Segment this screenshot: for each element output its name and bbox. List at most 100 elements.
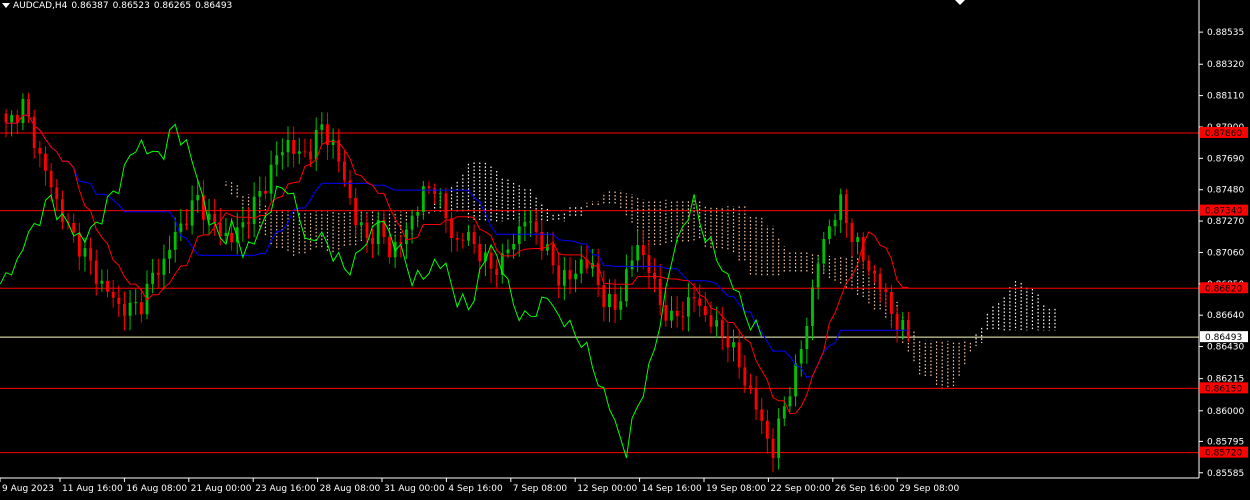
candle-body: [478, 244, 482, 262]
candle-body: [619, 301, 623, 310]
y-tick-label: 0.88535: [1207, 28, 1244, 38]
candle-body: [123, 303, 126, 316]
candle-body: [320, 124, 324, 130]
candle-body: [811, 287, 814, 326]
candle-body: [100, 280, 104, 284]
y-tick-label: 0.86000: [1207, 407, 1244, 417]
candle-body: [472, 232, 476, 245]
candle-body: [754, 387, 758, 410]
candle-body: [726, 336, 730, 348]
candle-body: [670, 310, 673, 321]
candle-body: [292, 139, 296, 154]
candle-body: [658, 278, 662, 306]
candle-body: [365, 222, 369, 238]
x-tick-label: 16 Aug 08:00: [126, 484, 187, 494]
candle-body: [687, 297, 690, 317]
candle-body: [314, 129, 318, 160]
candle-body: [371, 237, 374, 245]
chart-background: [0, 0, 1250, 500]
collapse-triangle-icon[interactable]: [2, 3, 10, 8]
candle-body: [749, 385, 752, 388]
close-price: 0.86493: [195, 1, 233, 11]
candle-body: [602, 284, 606, 308]
candle-body: [495, 268, 499, 276]
candle-body: [805, 325, 809, 350]
candle-body: [777, 418, 781, 458]
candle-body: [247, 222, 250, 225]
candle-body: [213, 213, 217, 223]
candle-body: [72, 222, 76, 233]
candle-body: [461, 239, 465, 241]
candle-body: [822, 239, 826, 264]
candle-body: [579, 259, 583, 274]
candle-body: [156, 272, 160, 275]
y-tick-label: 0.85585: [1207, 469, 1244, 479]
candle-body: [258, 191, 262, 197]
candle-body: [224, 232, 228, 237]
candle-body: [816, 263, 820, 288]
candle-body: [297, 151, 301, 154]
candle-body: [309, 151, 312, 160]
candle-body: [799, 349, 803, 364]
candle-body: [455, 237, 459, 240]
x-tick-label: 26 Sep 16:00: [835, 484, 895, 494]
x-tick-label: 22 Sep 00:00: [770, 484, 830, 494]
candle-body: [562, 270, 566, 286]
candle-body: [83, 248, 87, 257]
candle-body: [168, 249, 171, 259]
candle-body: [630, 260, 634, 270]
x-tick-label: 14 Sep 16:00: [642, 484, 702, 494]
candle-body: [641, 245, 645, 256]
candle-body: [647, 255, 651, 274]
level-price-label: 0.86150: [1205, 384, 1242, 394]
candle-body: [173, 231, 177, 250]
candle-body: [624, 269, 628, 302]
candle-body: [264, 191, 267, 194]
candle-body: [21, 98, 25, 124]
y-tick-label: 0.86430: [1207, 343, 1244, 353]
candle-body: [489, 252, 493, 269]
candle-body: [512, 243, 515, 250]
candle-body: [331, 139, 335, 145]
y-tick-label: 0.87480: [1207, 186, 1244, 196]
candle-body: [782, 406, 786, 419]
candle-body: [653, 273, 656, 279]
candle-body: [506, 249, 510, 254]
low-price: 0.86265: [153, 1, 192, 11]
x-tick-label: 23 Aug 16:00: [255, 484, 316, 494]
candle-body: [771, 438, 775, 458]
candle-body: [675, 310, 679, 317]
open-price: 0.86387: [71, 1, 109, 11]
candle-body: [275, 155, 279, 165]
y-tick-label: 0.87690: [1207, 154, 1244, 164]
candle-body: [117, 297, 121, 304]
candle-body: [867, 260, 871, 271]
y-tick-label: 0.86640: [1207, 311, 1244, 321]
candle-body: [884, 289, 888, 292]
x-tick-label: 28 Aug 08:00: [320, 484, 381, 494]
candle-body: [388, 236, 391, 258]
candle-body: [241, 222, 245, 228]
level-price-label: 0.85720: [1205, 449, 1242, 459]
candle-body: [743, 367, 747, 386]
candle-body: [551, 244, 555, 266]
candle-body: [359, 222, 363, 226]
chart-header: AUDCAD,H4 0.86387 0.86523 0.86265 0.86493: [2, 1, 236, 11]
level-price-label: 0.86820: [1205, 284, 1242, 294]
candle-body: [850, 223, 854, 243]
candle-body: [715, 320, 719, 327]
candle-body: [376, 220, 380, 245]
price-chart[interactable]: 0.885350.883200.881100.879000.876900.874…: [0, 0, 1250, 500]
candle-body: [128, 302, 132, 316]
candle-body: [636, 245, 640, 261]
candle-body: [190, 200, 194, 226]
candle-body: [681, 316, 685, 318]
candle-body: [608, 293, 611, 308]
candle-body: [895, 313, 899, 330]
x-tick-label: 21 Aug 00:00: [191, 484, 252, 494]
candle-body: [179, 223, 183, 232]
candle-body: [794, 363, 797, 397]
candle-body: [60, 199, 64, 223]
candle-body: [185, 223, 188, 226]
candle-body: [765, 420, 769, 439]
